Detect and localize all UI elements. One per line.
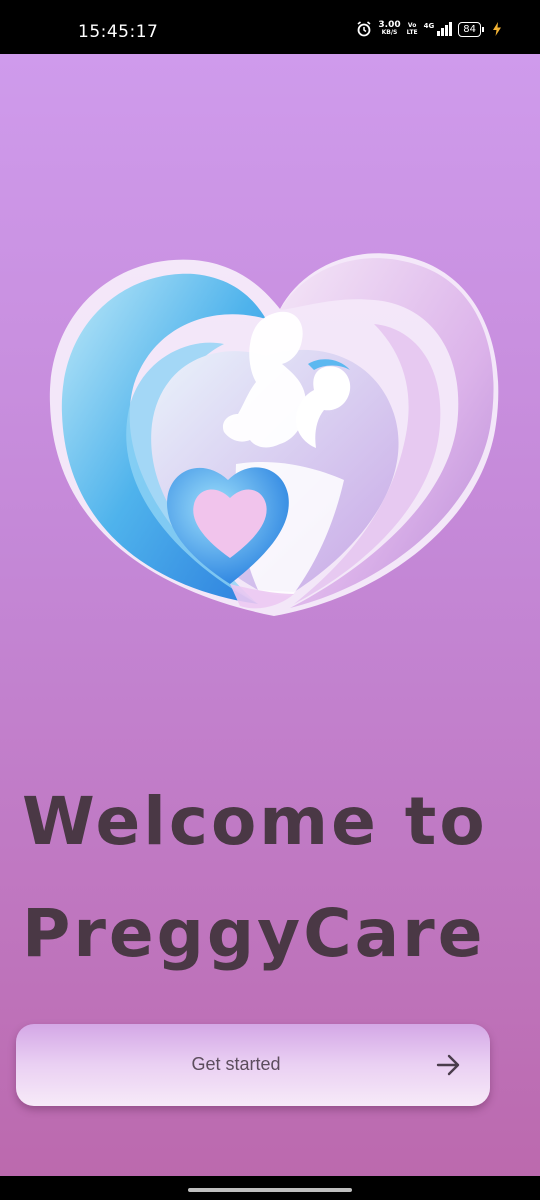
navigation-bar [0,1176,540,1200]
network-speed-unit: KB/S [381,29,398,36]
volte-top: Vo [407,22,417,29]
status-bar: 15:45:17 3.00 KB/S Vo LTE 4G 84 [0,0,540,54]
network-speed-value: 3.00 [378,20,401,30]
app-content: Welcome to PreggyCare Get started [0,54,540,1200]
charging-bolt-icon [493,22,501,36]
get-started-label: Get started [191,1054,281,1074]
battery-level: 84 [458,21,481,37]
welcome-screen: 15:45:17 3.00 KB/S Vo LTE 4G 84 Welcome … [0,0,540,1200]
welcome-title: Welcome to PreggyCare [22,766,522,990]
signal-icon: 4G [424,22,453,36]
battery-icon: 84 [458,21,484,37]
volte-indicator: Vo LTE [407,22,418,36]
mother-and-baby-heart-logo [49,253,499,616]
network-type: 4G [423,22,435,30]
network-speed: 3.00 KB/S [378,21,400,37]
status-icons: 3.00 KB/S Vo LTE 4G 84 [356,21,502,37]
home-indicator[interactable] [188,1188,352,1192]
get-started-button[interactable]: Get started [16,1024,490,1106]
welcome-title-line2: PreggyCare [22,895,486,972]
alarm-icon [357,21,371,37]
arrow-right-icon [436,1054,460,1076]
welcome-title-line1: Welcome to [22,783,488,860]
status-time: 15:45:17 [78,22,159,42]
volte-bottom: LTE [406,29,418,36]
